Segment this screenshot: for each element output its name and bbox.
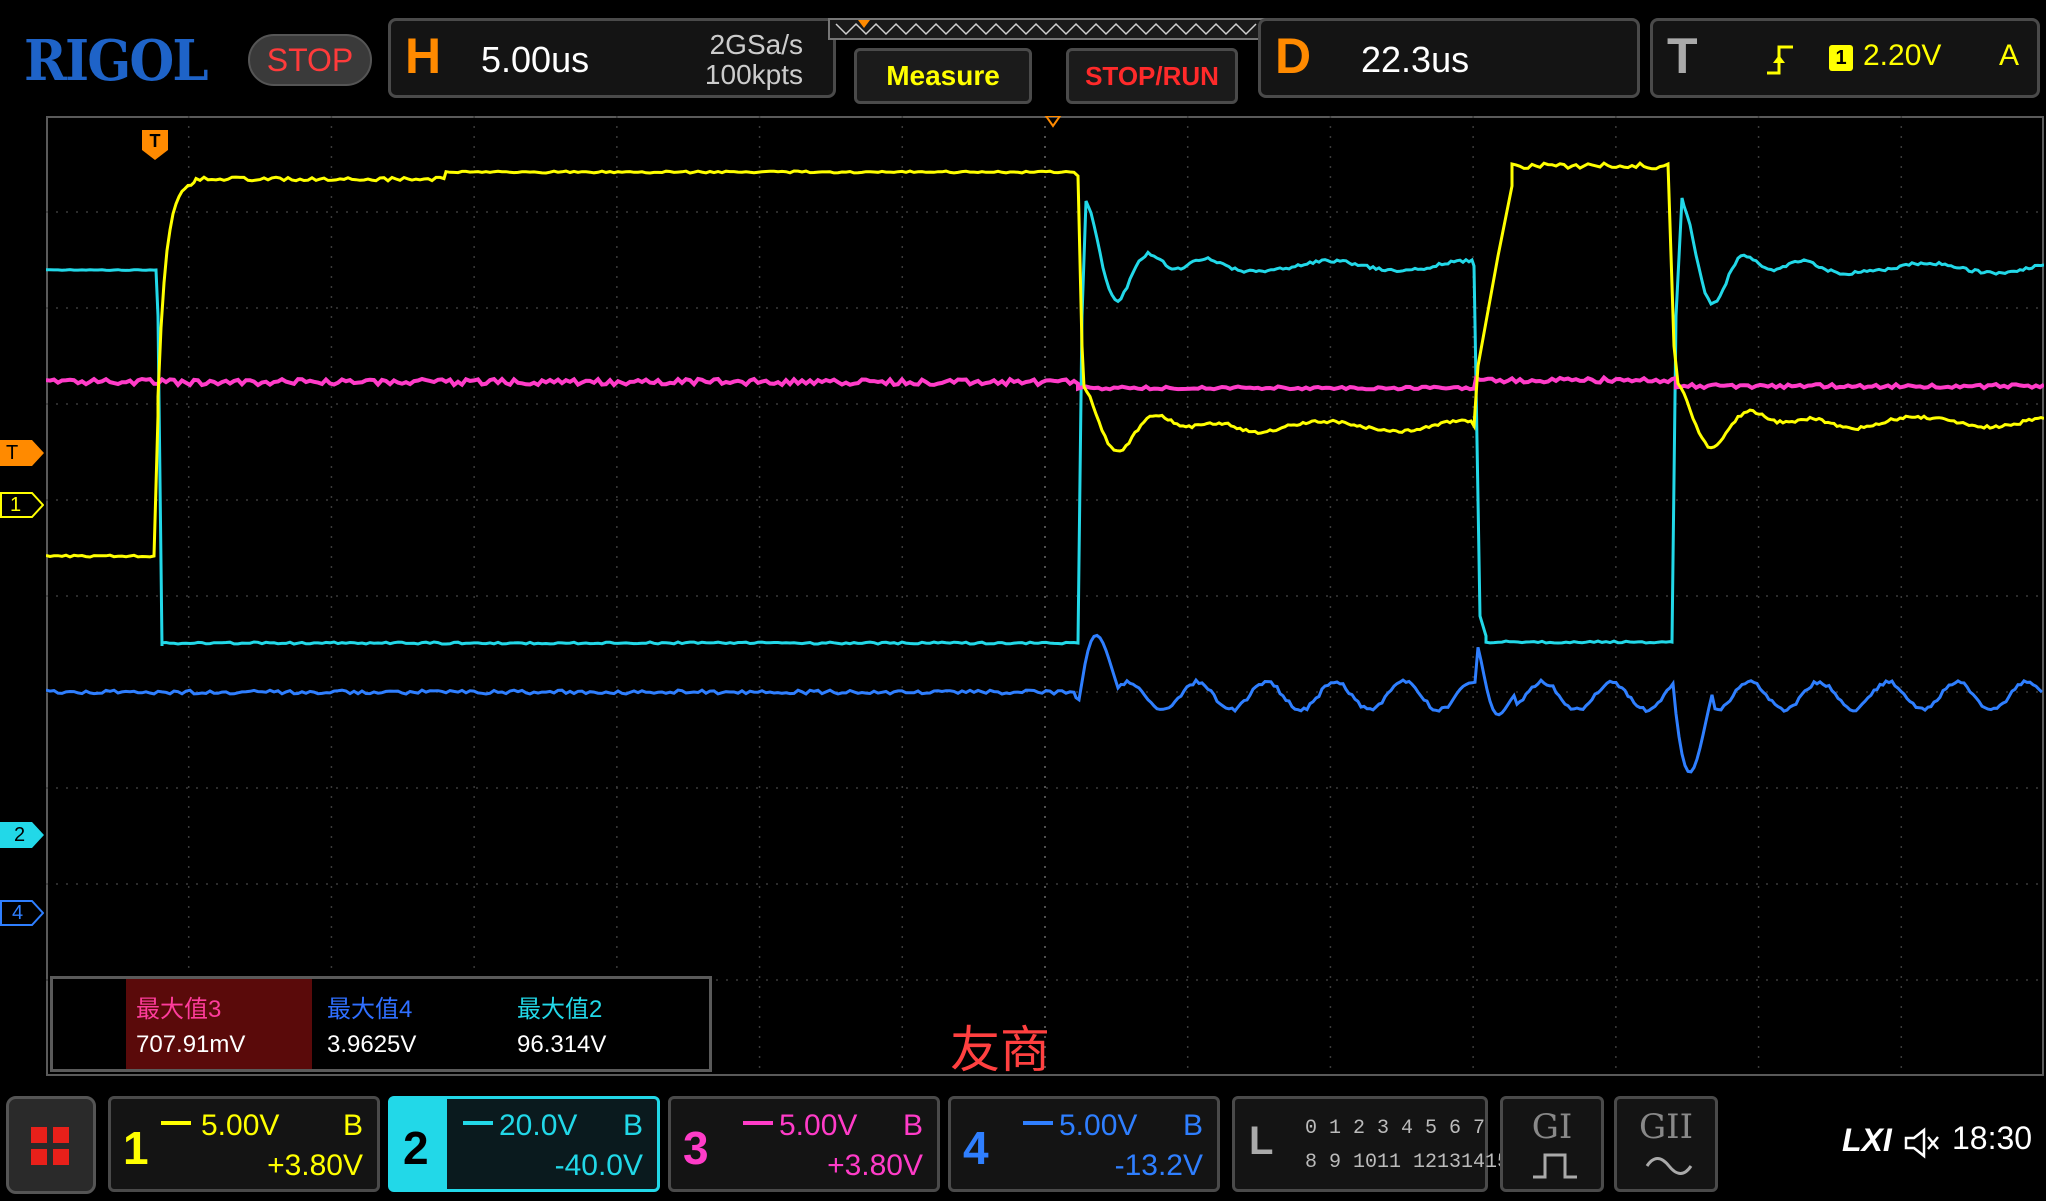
channel-scale: 5.00V (201, 1109, 279, 1143)
measurement-max-ch3[interactable]: 最大值3 707.91mV (126, 979, 312, 1069)
channel-offset: -13.2V (1115, 1149, 1203, 1183)
timebase-value: 5.00us (481, 39, 589, 81)
bottom-channel-bar: 1 5.00V B +3.80V 2 20.0V B -40.0V 3 5.00… (0, 1086, 2046, 1201)
ch1-offset-marker[interactable]: 1 (0, 492, 44, 518)
measurement-value: 96.314V (517, 1031, 606, 1059)
trigger-time-marker-label: T (142, 131, 168, 152)
measurement-value: 3.9625V (327, 1031, 416, 1059)
delay-panel[interactable]: D 22.3us (1258, 18, 1640, 98)
channel-4-panel[interactable]: 4 5.00V B -13.2V (948, 1096, 1220, 1192)
sample-rate: 2GSa/s (710, 31, 803, 59)
ch4-waveform (46, 635, 2042, 772)
rising-edge-icon (1765, 43, 1795, 77)
channel-bandwidth: B (1183, 1109, 1203, 1143)
delay-value: 22.3us (1361, 39, 1469, 81)
dc-coupling-icon (463, 1121, 493, 1125)
trigger-level-marker[interactable]: T (0, 440, 44, 466)
ch1-offset-marker-label: 1 (10, 492, 21, 518)
channel-offset: +3.80V (267, 1149, 363, 1183)
channel-bandwidth: B (343, 1109, 363, 1143)
generator-1-button[interactable]: GI (1500, 1096, 1604, 1192)
generator-2-button[interactable]: GII (1614, 1096, 1718, 1192)
measurement-max-ch2[interactable]: 最大值2 96.314V (507, 979, 707, 1069)
logic-channels-low: 0 1 2 3 4 5 6 7 (1305, 1117, 1485, 1140)
ch2-waveform (46, 198, 2044, 646)
system-clock: 18:30 (1952, 1120, 2032, 1157)
dc-coupling-icon (1023, 1121, 1053, 1125)
measurement-label: 最大值2 (517, 989, 602, 1024)
waveform-canvas (46, 116, 2044, 1076)
sine-wave-icon (1645, 1151, 1693, 1181)
stop-run-button[interactable]: STOP/RUN (1066, 48, 1238, 104)
trigger-level-marker-label: T (6, 440, 18, 466)
channel-bandwidth: B (903, 1109, 923, 1143)
logic-channels-high: 8 9 1011 12131415 (1305, 1151, 1509, 1174)
menu-grid-icon (9, 1099, 93, 1191)
trigger-panel[interactable]: T 1 2.20V A (1650, 18, 2040, 98)
horizontal-label: H (405, 27, 441, 85)
trigger-label: T (1667, 27, 1698, 85)
brand-logo: RIGOL (24, 28, 207, 94)
dc-coupling-icon (161, 1121, 191, 1125)
channel-bandwidth: B (623, 1109, 643, 1143)
measurement-max-ch4[interactable]: 最大值4 3.9625V (317, 979, 507, 1069)
channel-offset: -40.0V (555, 1149, 643, 1183)
channel-number: 1 (123, 1121, 149, 1175)
lxi-logo: LXI (1842, 1122, 1892, 1159)
watermark-text: 友商 (950, 1010, 1050, 1082)
trigger-source-badge: 1 (1829, 45, 1853, 71)
channel-3-panel[interactable]: 3 5.00V B +3.80V (668, 1096, 940, 1192)
measurement-label: 最大值4 (327, 989, 412, 1024)
generator-label: GII (1617, 1107, 1715, 1147)
trigger-time-marker[interactable]: T (142, 130, 168, 160)
horizontal-panel[interactable]: H 5.00us 2GSa/s 100kpts (388, 18, 836, 98)
channel-1-panel[interactable]: 1 5.00V B +3.80V (108, 1096, 380, 1192)
ch2-offset-marker[interactable]: 2 (0, 822, 44, 848)
delay-label: D (1275, 27, 1311, 85)
square-wave-icon (1531, 1151, 1579, 1181)
speaker-muted-icon[interactable] (1902, 1126, 1942, 1160)
channel-scale: 20.0V (499, 1109, 577, 1143)
measurement-label: 最大值3 (136, 989, 221, 1024)
channel-scale: 5.00V (1059, 1109, 1137, 1143)
channel-offset: +3.80V (827, 1149, 923, 1183)
waveform-display[interactable] (46, 116, 2044, 1076)
measurement-value: 707.91mV (136, 1031, 245, 1059)
channel-2-panel[interactable]: 2 20.0V B -40.0V (388, 1096, 660, 1192)
generator-label: GI (1503, 1107, 1601, 1147)
main-menu-button[interactable] (6, 1096, 96, 1194)
channel-number: 2 (403, 1121, 429, 1175)
channel-number: 3 (683, 1121, 709, 1175)
measure-button[interactable]: Measure (854, 48, 1032, 104)
ch2-offset-marker-label: 2 (14, 822, 25, 848)
memory-depth: 100kpts (705, 61, 803, 89)
run-state-indicator[interactable]: STOP (248, 34, 372, 86)
ch4-offset-marker-label: 4 (12, 900, 23, 926)
graticule (46, 116, 2044, 1076)
dc-coupling-icon (743, 1121, 773, 1125)
trigger-mode: A (1999, 39, 2019, 73)
channel-scale: 5.00V (779, 1109, 857, 1143)
trigger-level: 2.20V (1863, 39, 1941, 73)
measurement-results[interactable]: 最大值3 707.91mV 最大值4 3.9625V 最大值2 96.314V (50, 976, 712, 1072)
logic-analyzer-panel[interactable]: L 0 1 2 3 4 5 6 7 8 9 1011 12131415 (1232, 1096, 1488, 1192)
channel-number: 4 (963, 1121, 989, 1175)
ch4-offset-marker[interactable]: 4 (0, 900, 44, 926)
logic-label: L (1249, 1119, 1273, 1164)
memory-strip (828, 18, 1268, 40)
top-status-bar: RIGOL STOP H 5.00us 2GSa/s 100kpts Measu… (0, 0, 2046, 112)
